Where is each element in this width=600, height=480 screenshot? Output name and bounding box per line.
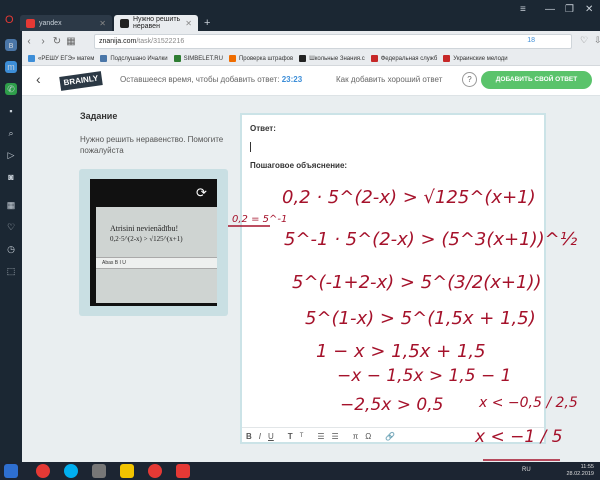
ink-line-4: 5^(1-x) > 5^(1,5x + 1,5) [305,308,536,329]
ink-line-6: −x − 1,5x > 1,5 − 1 [337,366,511,386]
app-taskbar-icon[interactable] [176,464,190,478]
start-button-icon[interactable] [4,464,18,478]
skype-taskbar-icon[interactable] [64,464,78,478]
explorer-taskbar-icon[interactable] [92,464,106,478]
clock-time: 11:55 [580,464,594,470]
ink-line-2: 5^-1 · 5^(2-x) > (5^3(x+1))^½ [284,229,578,250]
ink-side-note: 0,2 = 5^-1 [232,214,287,225]
handwriting-overlay: 0,2 · 5^(2-x) > √125^(x+1) 0,2 = 5^-1 5^… [228,187,578,466]
ink-line-5: 1 − x > 1,5x + 1,5 [316,341,486,362]
folder-taskbar-icon[interactable] [120,464,134,478]
clock-date: 28.02.2019 [566,471,594,477]
ink-line-7: −2,5x > 0,5 [340,395,443,415]
ink-line-1: 0,2 · 5^(2-x) > √125^(x+1) [282,187,536,208]
ink-line-9: x < −1 / 5 [474,427,563,447]
windows-taskbar: RU 11:55 28.02.2019 [0,462,600,480]
opera-taskbar-icon[interactable] [36,464,50,478]
language-indicator[interactable]: RU [522,467,531,473]
ink-line-8: x < −0,5 / 2,5 [478,395,578,411]
opera-taskbar-icon[interactable] [148,464,162,478]
clock[interactable]: 11:55 28.02.2019 [566,464,594,478]
ink-line-3: 5^(-1+2-x) > 5^(3/2(x+1)) [292,272,542,293]
